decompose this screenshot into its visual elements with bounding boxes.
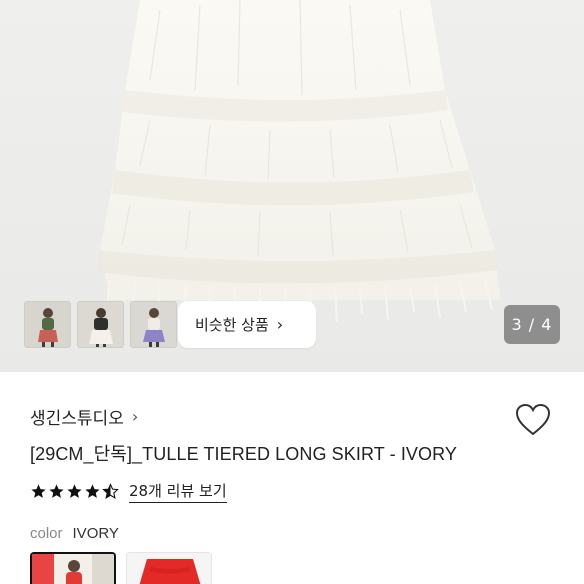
brand-name: 생긴스튜디오 (30, 409, 124, 429)
star-full-icon (49, 484, 64, 498)
thumbnail-3[interactable] (130, 301, 177, 348)
color-swatches (30, 552, 212, 584)
chevron-right-icon: › (131, 407, 139, 426)
swatch-ivory[interactable] (30, 552, 116, 584)
rating-stars (30, 483, 119, 500)
color-option-row: color IVORY (30, 525, 119, 542)
model-photo-3-thumbnail (131, 302, 176, 347)
model-photo-1-thumbnail (25, 302, 70, 347)
similar-products-button[interactable]: 비슷한 상품 › (178, 301, 316, 348)
model-photo-2-thumbnail (78, 302, 123, 347)
color-label: color (30, 525, 63, 542)
similar-products-label: 비슷한 상품 (195, 316, 269, 334)
star-full-icon (31, 484, 46, 498)
rating-row: 28개 리뷰 보기 (30, 480, 227, 503)
image-counter: 3 / 4 (504, 305, 560, 344)
thumbnail-strip (24, 301, 177, 348)
chevron-right-icon: › (276, 315, 284, 334)
color-value: IVORY (72, 525, 119, 542)
product-image-gallery[interactable]: 비슷한 상품 › 3 / 4 (0, 0, 584, 372)
brand-link[interactable]: 생긴스튜디오 › (30, 404, 138, 429)
thumbnail-2[interactable] (77, 301, 124, 348)
star-half-icon (102, 483, 119, 499)
swatch-red-photo (127, 553, 211, 584)
review-link[interactable]: 28개 리뷰 보기 (129, 480, 227, 503)
star-full-icon (67, 484, 82, 498)
thumbnail-1[interactable] (24, 301, 71, 348)
swatch-ivory-photo (32, 554, 114, 584)
swatch-red[interactable] (126, 552, 212, 584)
product-title: [29CM_단독]_TULLE TIERED LONG SKIRT - IVOR… (30, 444, 458, 464)
star-full-icon (85, 484, 100, 498)
heart-icon[interactable] (515, 403, 551, 437)
product-page: 비슷한 상품 › 3 / 4 생긴스튜디오 › [29CM_단독]_TULLE … (0, 0, 584, 584)
